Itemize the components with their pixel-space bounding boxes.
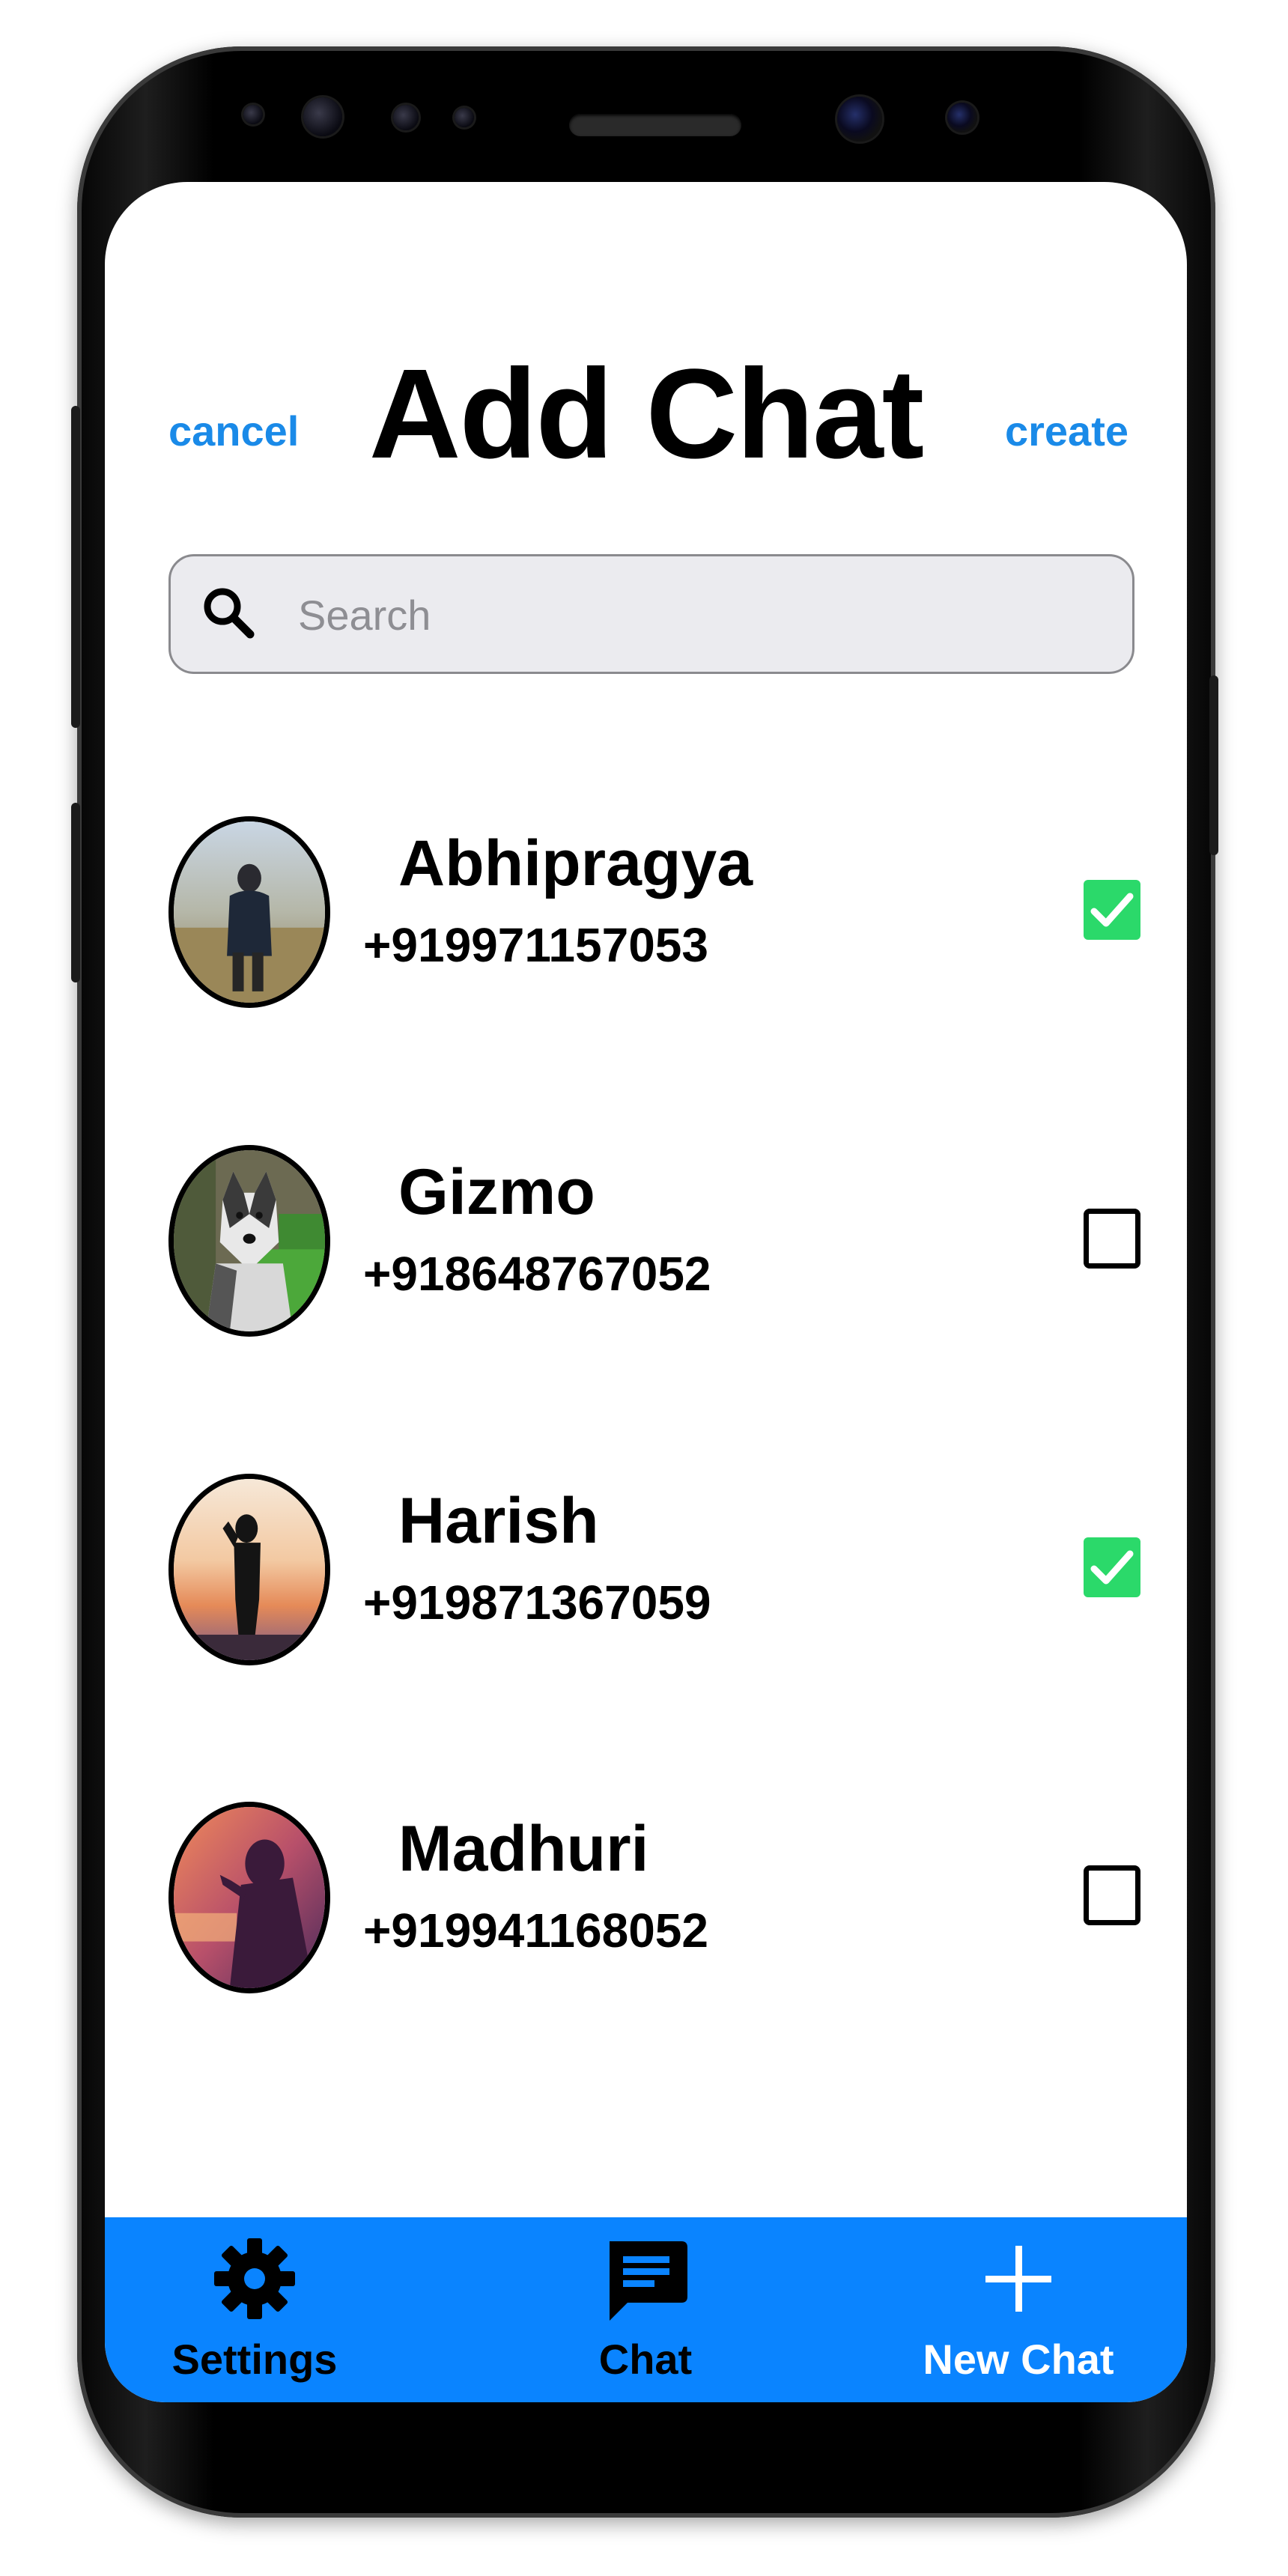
tab-settings[interactable]: Settings xyxy=(165,2217,344,2402)
sensor-dot xyxy=(243,105,263,124)
gear-icon xyxy=(214,2238,295,2319)
avatar xyxy=(168,1145,330,1337)
contact-name: Harish xyxy=(398,1485,599,1557)
front-camera-icon xyxy=(837,97,882,142)
contact-checkbox[interactable] xyxy=(1084,880,1140,940)
checkmark-icon xyxy=(1090,1550,1134,1585)
chat-bubble-icon xyxy=(610,2241,687,2321)
tab-chat[interactable]: Chat xyxy=(556,2217,735,2402)
contact-phone: +919971157053 xyxy=(363,918,708,972)
contact-phone: +919941168052 xyxy=(363,1904,708,1957)
volume-up-button xyxy=(71,406,80,728)
contact-checkbox[interactable] xyxy=(1084,1865,1140,1925)
contact-name: Gizmo xyxy=(398,1156,595,1228)
iris-scanner-icon xyxy=(947,103,977,133)
contact-checkbox[interactable] xyxy=(1084,1537,1140,1597)
checkmark-icon xyxy=(1090,893,1134,927)
volume-down-button xyxy=(71,803,80,982)
contact-phone: +918648767052 xyxy=(363,1247,711,1301)
sensor-dot xyxy=(393,105,419,130)
avatar xyxy=(168,1474,330,1665)
earpiece xyxy=(569,114,741,136)
power-button xyxy=(1209,675,1218,855)
contact-row[interactable]: Harish +919871367059 xyxy=(105,1474,1187,1691)
contact-phone: +919871367059 xyxy=(363,1576,711,1629)
tab-new-chat[interactable]: New Chat xyxy=(899,2217,1138,2402)
contact-row[interactable]: Gizmo +918648767052 xyxy=(105,1145,1187,1362)
sensor-dot xyxy=(303,97,342,136)
plus-icon xyxy=(985,2246,1051,2312)
tab-label: New Chat xyxy=(923,2336,1114,2383)
sensor-dot xyxy=(455,108,474,127)
search-bar[interactable] xyxy=(168,554,1134,674)
contact-name: Madhuri xyxy=(398,1813,649,1885)
contact-row[interactable]: Madhuri +919941168052 xyxy=(105,1802,1187,2019)
tab-label: Settings xyxy=(171,2336,338,2383)
app-screen: cancel Add Chat create Abhipragya xyxy=(105,182,1187,2402)
contact-row[interactable]: Abhipragya +919971157053 xyxy=(105,816,1187,1033)
avatar xyxy=(168,816,330,1008)
search-input[interactable] xyxy=(297,580,1108,649)
header: cancel Add Chat create xyxy=(105,182,1187,496)
avatar xyxy=(168,1802,330,1993)
bottom-tab-bar: Settings Chat New Chat xyxy=(105,2217,1187,2402)
tab-label: Chat xyxy=(598,2336,693,2383)
contact-name: Abhipragya xyxy=(398,827,753,899)
search-icon xyxy=(204,588,255,639)
create-button[interactable]: create xyxy=(1005,407,1128,455)
contact-checkbox[interactable] xyxy=(1084,1209,1140,1269)
